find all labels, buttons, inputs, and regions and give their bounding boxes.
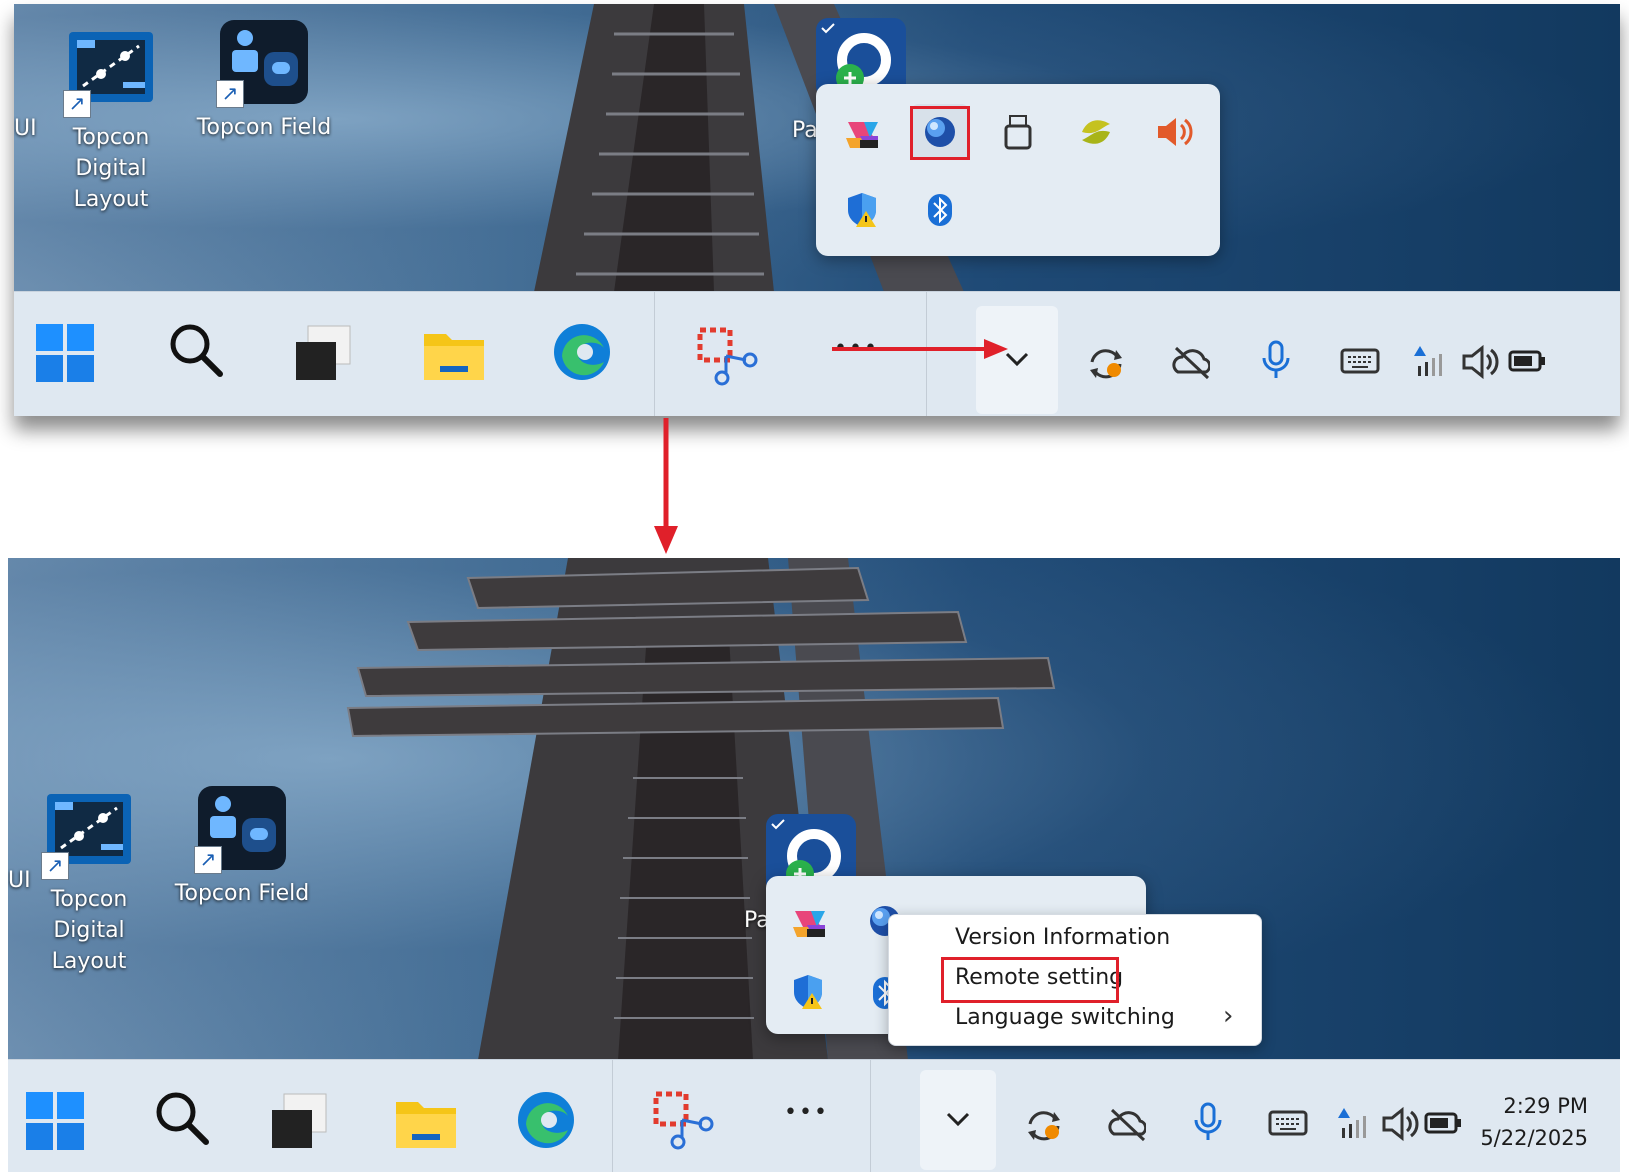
clock-date: 5/22/2025 (1480, 1126, 1588, 1150)
shortcut-arrow-icon: ↗ (41, 852, 69, 880)
cloud-off-icon[interactable] (1106, 1104, 1146, 1144)
file-explorer-icon[interactable] (394, 1092, 460, 1152)
shortcut-arrow-icon: ↗ (63, 90, 91, 118)
volume-icon[interactable] (1460, 342, 1500, 382)
topcon-field-icon: ↗ (216, 16, 312, 108)
menu-item-version-information[interactable]: Version Information (955, 925, 1170, 950)
topcon-digital-layout-shortcut[interactable]: ↗ Topcon Digital Layout (24, 788, 154, 977)
cloud-off-icon[interactable] (1170, 342, 1210, 382)
topcon-field-shortcut[interactable]: ↗ Topcon Field (194, 16, 334, 143)
desktop-wallpaper: UI ↗ Topcon Digital Layout ↗ Topcon Fiel… (8, 558, 1620, 1060)
annotation-arrow-right (832, 339, 1008, 359)
copilot-icon[interactable] (780, 892, 836, 948)
keyboard-icon[interactable] (1268, 1104, 1308, 1144)
microphone-icon[interactable] (1256, 340, 1296, 380)
topcon-digital-layout-icon: ↗ (63, 26, 159, 118)
search-icon[interactable] (154, 1090, 214, 1150)
start-icon[interactable] (26, 1092, 86, 1152)
task-view-icon[interactable] (294, 324, 354, 384)
edge-icon[interactable] (552, 322, 614, 384)
network-icon[interactable] (1414, 342, 1446, 382)
sync-icon[interactable] (1086, 342, 1126, 382)
pinwheel-app-icon[interactable] (1068, 104, 1124, 160)
shortcut-label-line2: Digital Layout (73, 156, 149, 212)
topcon-field-icon: ↗ (194, 782, 290, 874)
shortcut-label: Topcon Field (174, 881, 310, 906)
edge-icon[interactable] (516, 1090, 578, 1152)
more-icon[interactable]: ••• (784, 1100, 829, 1125)
task-view-icon[interactable] (270, 1092, 330, 1152)
tray-overflow-flyout (816, 84, 1220, 256)
defender-warning-icon[interactable] (780, 964, 836, 1020)
taskbar-separator (654, 292, 655, 416)
shortcut-label-line1: Topcon (50, 887, 128, 912)
defender-warning-icon[interactable] (834, 182, 890, 238)
sync-icon[interactable] (1024, 1104, 1064, 1144)
bluetooth-icon[interactable] (912, 182, 968, 238)
taskbar-separator (870, 1060, 871, 1172)
clock-time: 2:29 PM (1503, 1094, 1588, 1118)
battery-icon[interactable] (1508, 342, 1548, 382)
microphone-icon[interactable] (1188, 1102, 1228, 1142)
screenshot-after: UI ↗ Topcon Digital Layout ↗ Topcon Fiel… (8, 558, 1620, 1172)
search-icon[interactable] (168, 322, 228, 382)
taskbar-separator (612, 1060, 613, 1172)
highlight-box-remote-setting (941, 957, 1119, 1003)
shortcut-arrow-icon: ↗ (216, 80, 244, 108)
file-explorer-icon[interactable] (422, 324, 488, 384)
shortcut-label: Topcon Field (196, 115, 332, 140)
network-icon[interactable] (1338, 1104, 1370, 1144)
screenshot-before: UI ↗ Topcon Digital Layout ↗ Topcon Fiel… (14, 4, 1620, 416)
taskbar: ••• 2:29 PM 5/22/2025 (8, 1059, 1620, 1172)
volume-icon[interactable] (1380, 1104, 1420, 1144)
submenu-arrow-icon: › (1223, 1001, 1234, 1031)
menu-item-language-switching[interactable]: Language switching (955, 1005, 1175, 1030)
context-menu: Version Information Remote setting Langu… (888, 914, 1262, 1046)
highlight-box-orb (910, 106, 970, 160)
keyboard-icon[interactable] (1340, 342, 1380, 382)
topcon-field-shortcut[interactable]: ↗ Topcon Field (172, 782, 312, 909)
snipping-tool-icon[interactable] (696, 326, 758, 388)
snipping-tool-icon[interactable] (652, 1090, 714, 1152)
taskbar-clock[interactable]: 2:29 PM 5/22/2025 (1462, 1090, 1588, 1154)
partial-desktop-label-pa: Pa (792, 118, 818, 143)
show-hidden-icons-button[interactable] (920, 1070, 996, 1170)
battery-icon[interactable] (1424, 1104, 1464, 1144)
topcon-digital-layout-icon: ↗ (41, 788, 137, 880)
partial-desktop-label: UI (14, 116, 37, 141)
annotation-arrow-down (654, 418, 678, 554)
shortcut-label-line2: Digital Layout (51, 918, 127, 974)
usb-device-icon[interactable] (990, 104, 1046, 160)
taskbar: ••• (14, 291, 1620, 416)
shortcut-arrow-icon: ↗ (194, 846, 222, 874)
copilot-icon[interactable] (834, 104, 890, 160)
speaker-icon[interactable] (1146, 104, 1202, 160)
start-icon[interactable] (36, 324, 96, 384)
desktop-wallpaper: UI ↗ Topcon Digital Layout ↗ Topcon Fiel… (14, 4, 1620, 292)
shortcut-label-line1: Topcon (72, 125, 150, 150)
topcon-digital-layout-shortcut[interactable]: ↗ Topcon Digital Layout (46, 26, 176, 215)
